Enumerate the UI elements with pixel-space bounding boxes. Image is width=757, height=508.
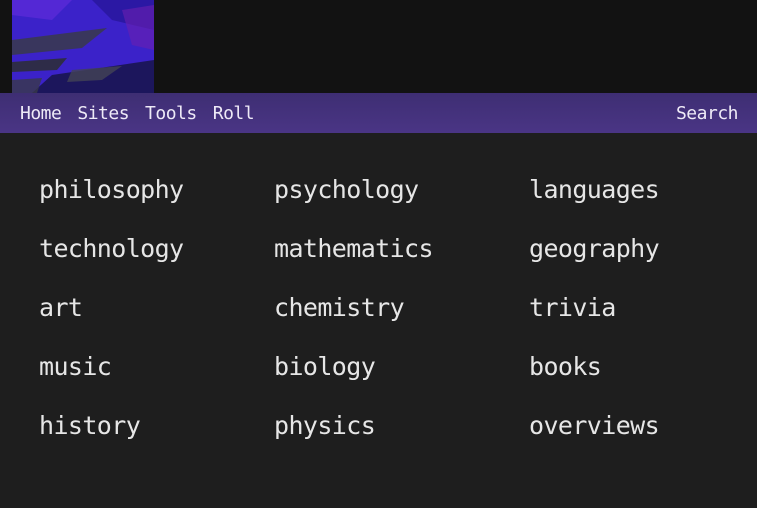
main-navbar: Home Sites Tools Roll Search bbox=[0, 93, 757, 133]
site-header bbox=[0, 0, 757, 93]
nav-link-roll[interactable]: Roll bbox=[213, 103, 255, 124]
topic-link-music[interactable]: music bbox=[39, 337, 184, 396]
topic-link-geography[interactable]: geography bbox=[529, 219, 660, 278]
topic-column-3: languages geography trivia books overvie… bbox=[529, 160, 660, 455]
topic-link-physics[interactable]: physics bbox=[274, 396, 433, 455]
topic-link-books[interactable]: books bbox=[529, 337, 659, 396]
topic-link-trivia[interactable]: trivia bbox=[529, 278, 659, 337]
topic-link-chemistry[interactable]: chemistry bbox=[274, 278, 433, 337]
topic-link-art[interactable]: art bbox=[39, 278, 184, 337]
site-logo-image[interactable] bbox=[12, 0, 154, 93]
nav-link-tools[interactable]: Tools bbox=[145, 103, 197, 124]
topic-link-overviews[interactable]: overviews bbox=[529, 396, 660, 455]
topic-link-languages[interactable]: languages bbox=[529, 160, 660, 219]
topic-link-history[interactable]: history bbox=[39, 396, 184, 455]
nav-link-sites[interactable]: Sites bbox=[77, 103, 129, 124]
topic-link-philosophy[interactable]: philosophy bbox=[39, 160, 184, 219]
abstract-artwork-icon bbox=[12, 0, 154, 93]
nav-links: Home Sites Tools Roll bbox=[20, 93, 270, 133]
nav-link-home[interactable]: Home bbox=[20, 103, 62, 124]
topic-link-psychology[interactable]: psychology bbox=[274, 160, 433, 219]
topic-link-technology[interactable]: technology bbox=[39, 219, 184, 278]
topic-column-1: philosophy technology art music history bbox=[39, 160, 184, 455]
nav-search-link[interactable]: Search bbox=[676, 93, 739, 133]
topic-link-biology[interactable]: biology bbox=[274, 337, 433, 396]
topic-link-mathematics[interactable]: mathematics bbox=[274, 219, 434, 278]
topic-column-2: psychology mathematics chemistry biology… bbox=[274, 160, 434, 455]
